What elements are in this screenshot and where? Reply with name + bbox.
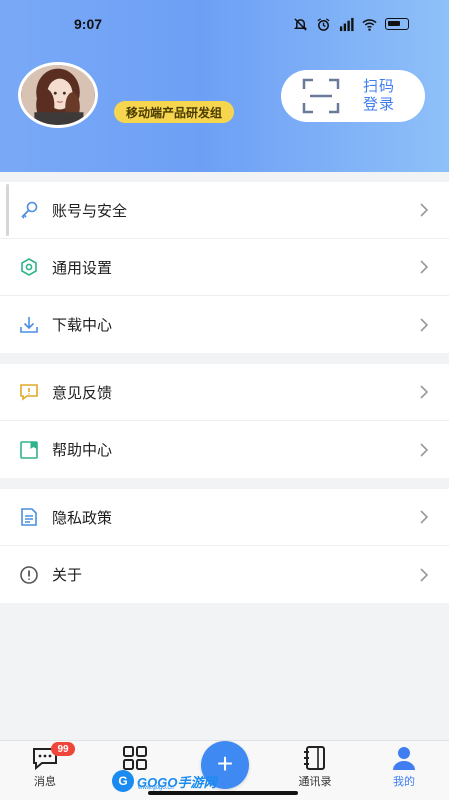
menu-item-feedback[interactable]: 意见反馈 [0, 364, 449, 421]
menu-group-about: 隐私政策 关于 [0, 489, 449, 603]
org-name: 移动端产品研发组 [126, 105, 223, 120]
document-icon [19, 507, 39, 527]
battery-icon [385, 18, 409, 30]
contacts-book-icon [301, 745, 329, 771]
tab-label: 消息 [34, 776, 56, 788]
mute-bell-icon [293, 17, 308, 31]
tab-me[interactable]: 我的 [364, 741, 444, 800]
chevron-right-icon [419, 442, 429, 458]
avatar-portrait-icon [21, 65, 95, 125]
unread-badge: 99 [51, 742, 75, 756]
feedback-icon [19, 382, 39, 402]
key-icon [19, 200, 39, 220]
menu-item-account-security[interactable]: 账号与安全 [0, 182, 449, 239]
help-center-icon [19, 440, 39, 460]
avatar[interactable] [18, 62, 98, 128]
menu-group-account: 账号与安全 通用设置 下载中心 [0, 182, 449, 353]
tab-label: 我的 [393, 776, 415, 788]
chevron-right-icon [419, 384, 429, 400]
status-time: 9:07 [74, 16, 103, 32]
chevron-right-icon [419, 202, 429, 218]
home-indicator [148, 791, 298, 795]
menu-item-label: 意见反馈 [52, 384, 113, 402]
chevron-right-icon [419, 509, 429, 525]
tab-label: 通讯录 [298, 776, 332, 788]
menu-item-label: 下载中心 [52, 317, 113, 334]
menu-item-general-settings[interactable]: 通用设置 [0, 239, 449, 296]
menu-item-about[interactable]: 关于 [0, 546, 449, 603]
org-badge: 移动端产品研发组 [114, 101, 235, 123]
menu-group-support: 意见反馈 帮助中心 [0, 364, 449, 478]
chevron-right-icon [419, 317, 429, 333]
scan-qr-icon [302, 78, 340, 114]
chevron-right-icon [419, 259, 429, 275]
hexagon-settings-icon [19, 257, 39, 277]
info-icon [19, 565, 39, 585]
menu-item-label: 隐私政策 [52, 509, 113, 527]
scan-login-label: 扫码 登录 [362, 78, 395, 113]
menu-item-label: 账号与安全 [52, 202, 128, 220]
alarm-icon [316, 17, 331, 31]
menu-item-privacy-policy[interactable]: 隐私政策 [0, 489, 449, 546]
signal-icon [339, 17, 354, 32]
download-icon [19, 315, 39, 335]
menu-item-label: 关于 [52, 567, 83, 584]
chevron-right-icon [419, 567, 429, 583]
wifi-icon [362, 17, 377, 31]
menu-item-label: 帮助中心 [52, 442, 113, 459]
scan-login-button[interactable]: 扫码 登录 [281, 70, 425, 122]
person-icon [390, 745, 418, 771]
tab-messages[interactable]: 99 消息 [5, 741, 85, 800]
menu-item-label: 通用设置 [52, 259, 113, 277]
plus-icon: + [216, 748, 234, 779]
menu-item-download-center[interactable]: 下载中心 [0, 296, 449, 353]
profile-header: 9:07 移动端产品研发组 扫码 登录 [0, 0, 449, 172]
watermark-circle-icon: G [112, 770, 134, 792]
status-bar: 9:07 [0, 0, 449, 48]
menu-item-help-center[interactable]: 帮助中心 [0, 421, 449, 478]
row-highlight-bar [6, 184, 9, 236]
status-icons [293, 17, 409, 32]
